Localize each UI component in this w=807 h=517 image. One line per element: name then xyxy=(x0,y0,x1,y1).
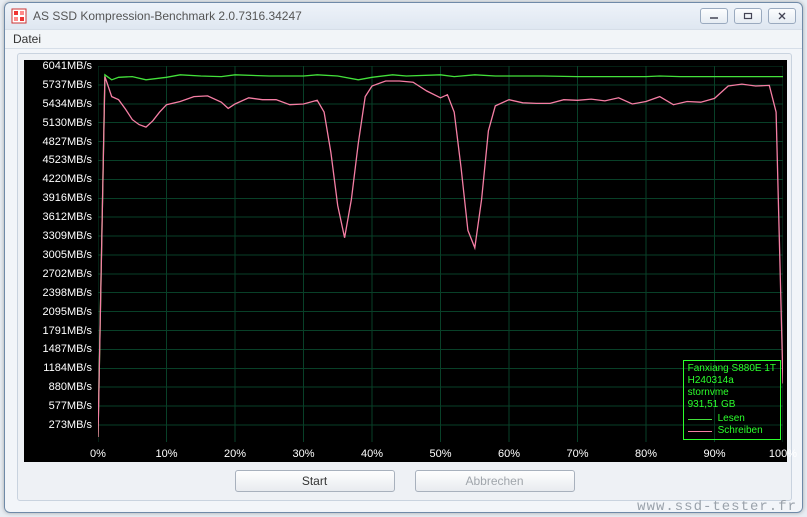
maximize-button[interactable] xyxy=(734,8,762,24)
device-info-box: Fanxiang S880E 1T H240314a stornvme 931,… xyxy=(683,360,781,440)
y-axis-tick-label: 4827MB/s xyxy=(24,136,92,148)
window-title: AS SSD Kompression-Benchmark 2.0.7316.34… xyxy=(33,9,302,23)
legend-write: Schreiben xyxy=(688,425,776,437)
x-axis-tick-label: 80% xyxy=(635,448,657,460)
plot-area xyxy=(98,66,783,442)
y-axis-tick-label: 880MB/s xyxy=(24,381,92,393)
device-name: Fanxiang S880E 1T xyxy=(688,363,776,375)
window-controls xyxy=(700,8,796,24)
app-window: AS SSD Kompression-Benchmark 2.0.7316.34… xyxy=(4,2,803,513)
device-driver: stornvme xyxy=(688,387,776,399)
watermark: www.ssd-tester.fr xyxy=(637,499,797,515)
x-axis-tick-label: 30% xyxy=(292,448,314,460)
y-axis-tick-label: 5130MB/s xyxy=(24,117,92,129)
y-axis-tick-label: 2702MB/s xyxy=(24,268,92,280)
legend-read-label: Lesen xyxy=(718,413,745,425)
x-axis-tick-label: 100% xyxy=(769,448,797,460)
y-axis-tick-label: 1184MB/s xyxy=(24,362,92,374)
y-axis-tick-label: 577MB/s xyxy=(24,400,92,412)
start-button[interactable]: Start xyxy=(235,470,395,492)
legend-read-line-icon xyxy=(688,419,712,420)
x-axis-tick-label: 10% xyxy=(155,448,177,460)
menubar: Datei xyxy=(5,29,802,49)
y-axis-tick-label: 273MB/s xyxy=(24,419,92,431)
legend-read: Lesen xyxy=(688,413,776,425)
chart-area: 273MB/s 577MB/s 880MB/s 1184MB/s 1487MB/s 179… xyxy=(24,60,787,462)
legend-write-label: Schreiben xyxy=(718,425,763,437)
y-axis-tick-label: 2095MB/s xyxy=(24,306,92,318)
device-firmware: H240314a xyxy=(688,375,776,387)
x-axis-tick-label: 50% xyxy=(429,448,451,460)
x-axis-tick-label: 20% xyxy=(224,448,246,460)
y-axis-tick-label: 2398MB/s xyxy=(24,287,92,299)
y-axis-tick-label: 4220MB/s xyxy=(24,173,92,185)
x-axis-tick-label: 90% xyxy=(703,448,725,460)
y-axis-tick-label: 3309MB/s xyxy=(24,230,92,242)
close-button[interactable] xyxy=(768,8,796,24)
minimize-button[interactable] xyxy=(700,8,728,24)
y-axis-tick-label: 4523MB/s xyxy=(24,154,92,166)
content-panel: 273MB/s 577MB/s 880MB/s 1184MB/s 1487MB/s 179… xyxy=(17,53,792,501)
y-axis-tick-label: 3005MB/s xyxy=(24,249,92,261)
x-axis-tick-label: 70% xyxy=(566,448,588,460)
x-axis-labels: 0%10%20%30%40%50%60%70%80%90%100% xyxy=(24,444,787,462)
y-axis-tick-label: 6041MB/s xyxy=(24,60,92,72)
legend-write-line-icon xyxy=(688,431,712,432)
x-axis-tick-label: 60% xyxy=(498,448,520,460)
y-axis-tick-label: 3612MB/s xyxy=(24,211,92,223)
y-axis-tick-label: 1791MB/s xyxy=(24,325,92,337)
app-icon xyxy=(11,8,27,24)
y-axis-tick-label: 3916MB/s xyxy=(24,192,92,204)
x-axis-tick-label: 40% xyxy=(361,448,383,460)
menu-file[interactable]: Datei xyxy=(13,32,41,46)
y-axis-tick-label: 5434MB/s xyxy=(24,98,92,110)
y-axis-tick-label: 5737MB/s xyxy=(24,79,92,91)
titlebar: AS SSD Kompression-Benchmark 2.0.7316.34… xyxy=(5,3,802,29)
button-row: Start Abbrechen xyxy=(18,470,791,492)
device-capacity: 931,51 GB xyxy=(688,399,776,411)
abort-button: Abbrechen xyxy=(415,470,575,492)
y-axis-tick-label: 1487MB/s xyxy=(24,343,92,355)
x-axis-tick-label: 0% xyxy=(90,448,106,460)
gridlines xyxy=(98,66,783,442)
